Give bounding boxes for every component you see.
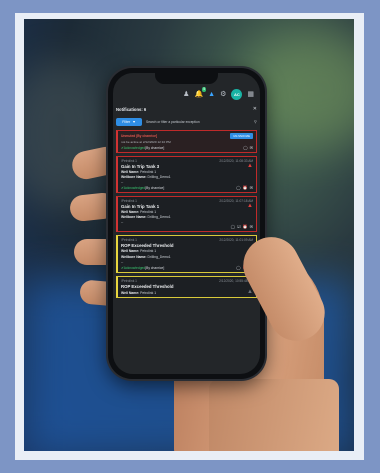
app-topbar: ♟ 🔔 5 ▲ ⚙ AC ▦ bbox=[113, 85, 260, 103]
bell-icon[interactable]: 🔔 5 bbox=[194, 86, 207, 98]
card-title: Gain In Trip Tank 3 bbox=[121, 164, 160, 169]
search-input[interactable]: Search or filter a particular exception … bbox=[146, 118, 257, 126]
comment-icon[interactable]: ◯ bbox=[243, 145, 247, 150]
snooze-icon[interactable]: ⏰ bbox=[243, 185, 248, 190]
acknowledged-status: ✔Acknowledged[By chanrice] bbox=[121, 266, 165, 270]
well-name: Well Name: Petrolink 1 bbox=[121, 170, 157, 174]
snooze-icon[interactable]: ⏰ bbox=[243, 224, 248, 229]
notification-badge: 5 bbox=[202, 86, 207, 92]
notifications-header: Notifications: 6 ✕ bbox=[116, 105, 257, 113]
card-source: /Petrolink 1 bbox=[121, 238, 137, 242]
smartphone: ♟ 🔔 5 ▲ ⚙ AC ▦ Notifications: 6 ✕ Filter … bbox=[108, 68, 265, 379]
notification-card[interactable]: /Petrolink 1 2/12/2020, 11:08:33 AM Gain… bbox=[116, 156, 257, 193]
acknowledged-status: ✔Acknowledged[By chanrice] bbox=[121, 186, 165, 190]
message-icon[interactable]: ✉ bbox=[250, 185, 253, 190]
notifications-title: Notifications: 6 bbox=[116, 106, 147, 112]
close-icon[interactable]: ✕ bbox=[253, 106, 257, 112]
comment-icon[interactable]: ◯ bbox=[236, 185, 240, 190]
photo-background: ♟ 🔔 5 ▲ ⚙ AC ▦ Notifications: 6 ✕ Filter … bbox=[24, 19, 354, 451]
card-source: /Petrolink 1 bbox=[121, 199, 137, 203]
search-icon[interactable]: ⚲ bbox=[254, 119, 257, 124]
search-placeholder: Search or filter a particular exception bbox=[146, 119, 200, 124]
card-source: /Petrolink 1 bbox=[121, 279, 137, 283]
unsnooze-button[interactable]: UN-SNOOZE bbox=[230, 133, 253, 139]
gear-icon[interactable]: ⚙ bbox=[220, 91, 226, 98]
card-time: 2/12/2020, 11:01:09 AM bbox=[219, 238, 253, 242]
well-name: Well Name: Petrolink 1 bbox=[121, 210, 157, 214]
filter-label: Filter bbox=[122, 119, 131, 124]
alert-triangle-icon: ▲ bbox=[247, 163, 253, 169]
notification-card[interactable]: /Petrolink 1 2/12/2020, 11:07:18 AM Gain… bbox=[116, 196, 257, 232]
message-icon[interactable]: ✉ bbox=[250, 224, 253, 229]
alert-triangle-icon: ▲ bbox=[247, 203, 253, 209]
card-source: /Petrolink 1 bbox=[121, 159, 137, 163]
wellbore-name: Wellbore Name: Drilling_Demo1 bbox=[121, 175, 171, 179]
card-title: ROP Exceeded Threshold bbox=[121, 284, 174, 289]
comment-icon[interactable]: ◯ bbox=[231, 224, 235, 229]
card-title: Gain In Trip Tank 1 bbox=[121, 204, 160, 209]
acknowledged-status: ✔Acknowledged[By chanrice] bbox=[121, 146, 165, 150]
card-actions: ◯ ⏰ ✉ bbox=[236, 185, 253, 190]
notification-card[interactable]: Unmuted [By chanrice] UN-SNOOZE not be a… bbox=[116, 130, 257, 153]
snooze-detail: not be active at 2/12/2020 12:10 PM bbox=[121, 140, 171, 144]
hand-wrist bbox=[209, 379, 339, 451]
notification-card[interactable]: /Petrolink 1 2/12/2020, 10:55:48 AM ROP … bbox=[116, 276, 257, 298]
well-name: Well Name: Petrolink 1 bbox=[121, 290, 157, 295]
notification-card[interactable]: /Petrolink 1 2/12/2020, 11:01:09 AM ROP … bbox=[116, 235, 257, 273]
card-actions: ◯ ✉ bbox=[243, 145, 253, 150]
funnel-icon: ▼ bbox=[132, 119, 136, 124]
wellbore-name: Wellbore Name: Drilling_Demo1 bbox=[121, 215, 171, 219]
avatar[interactable]: AC bbox=[231, 88, 243, 100]
apps-grid-icon[interactable]: ▦ bbox=[247, 91, 254, 98]
message-icon[interactable]: ✉ bbox=[250, 145, 253, 150]
person-icon[interactable]: ♟ bbox=[183, 91, 189, 98]
comment-icon[interactable]: ◯ bbox=[236, 265, 240, 270]
acknowledge-icon[interactable]: ☑ bbox=[237, 224, 241, 229]
unmuted-status: Unmuted [By chanrice] bbox=[121, 134, 158, 138]
notification-list: Unmuted [By chanrice] UN-SNOOZE not be a… bbox=[116, 130, 257, 301]
wellbore-name: Wellbore Name: Drilling_Demo1 bbox=[121, 254, 171, 259]
phone-screen: ♟ 🔔 5 ▲ ⚙ AC ▦ Notifications: 6 ✕ Filter … bbox=[113, 73, 260, 374]
phone-notch bbox=[155, 73, 218, 84]
card-title: ROP Exceeded Threshold bbox=[121, 243, 174, 248]
filter-button[interactable]: Filter ▼ bbox=[116, 117, 142, 126]
card-actions: ◯ ☑ ⏰ ✉ bbox=[231, 224, 253, 229]
bell-active-icon[interactable]: ▲ bbox=[208, 91, 215, 98]
filter-row: Filter ▼ Search or filter a particular e… bbox=[116, 116, 257, 127]
background-blur bbox=[24, 59, 114, 209]
